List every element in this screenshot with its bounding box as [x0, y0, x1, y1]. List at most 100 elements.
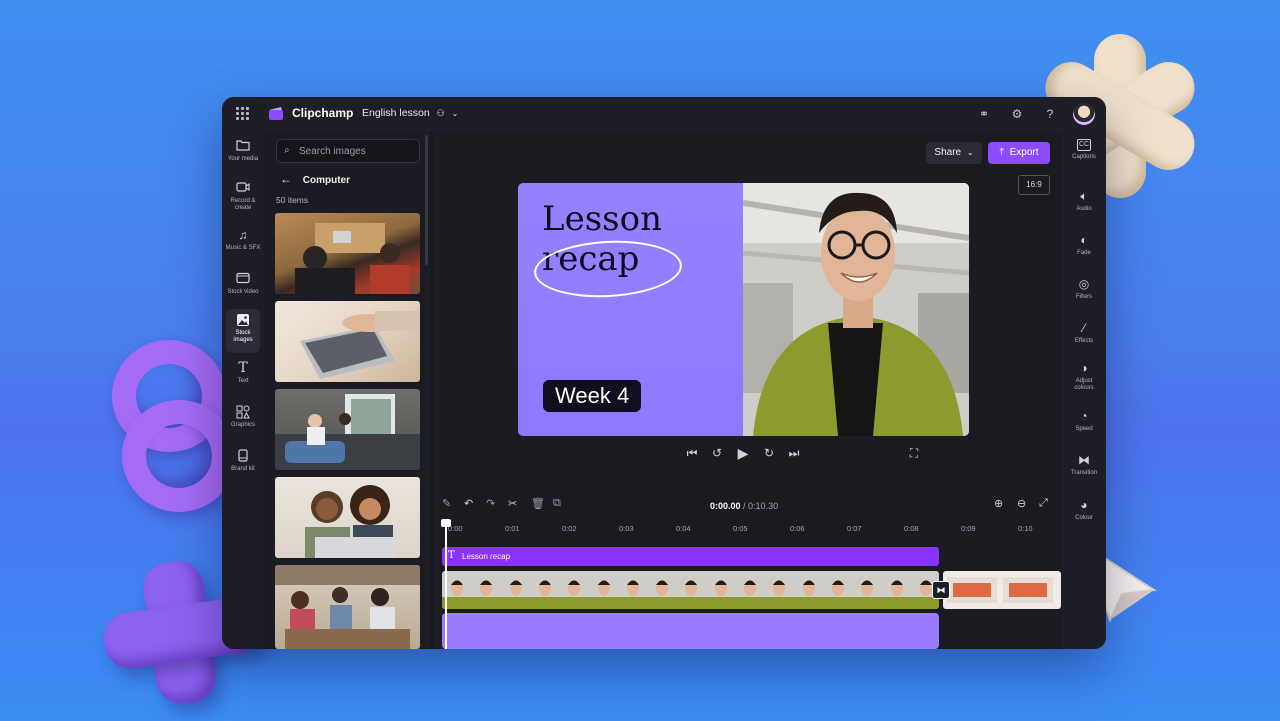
- undo-icon[interactable]: ↶: [464, 497, 473, 510]
- zoom-in-icon[interactable]: ⊕: [994, 497, 1003, 510]
- nav-colour[interactable]: ◕ Colour: [1062, 498, 1106, 522]
- video-frame: [588, 571, 619, 609]
- nav-stock-images[interactable]: Stock images: [226, 309, 260, 353]
- nav-label: Your media: [227, 156, 259, 162]
- media-scrollbar[interactable]: [425, 135, 428, 265]
- share-link-icon[interactable]: ⚭: [976, 106, 992, 122]
- video-canvas[interactable]: Lesson recap Week 4: [518, 183, 969, 436]
- presenter-photo: [743, 183, 969, 436]
- back-arrow-icon[interactable]: ←: [280, 172, 292, 186]
- video-frame: [647, 571, 678, 609]
- project-name: English lesson: [362, 107, 430, 119]
- nav-label: Transition: [1070, 470, 1098, 476]
- share-label: Share: [934, 147, 962, 158]
- nav-transition[interactable]: ⧓ Transition: [1062, 453, 1106, 477]
- ruler-label: 0:07: [847, 524, 862, 533]
- palette-icon: ◕: [1080, 498, 1088, 512]
- stock-image-thumbnail[interactable]: [275, 565, 420, 649]
- fit-timeline-icon[interactable]: ⤢: [1039, 497, 1048, 510]
- nav-label: Graphics: [230, 422, 255, 428]
- redo-icon[interactable]: ↷: [486, 497, 495, 510]
- ruler-label: 0:03: [619, 524, 634, 533]
- export-button[interactable]: ⤒ Export: [988, 142, 1050, 164]
- magic-edit-icon[interactable]: ✎: [442, 497, 451, 510]
- captions-icon: CC: [1077, 139, 1091, 151]
- search-input[interactable]: [297, 143, 416, 159]
- nav-label: Filters: [1075, 294, 1093, 300]
- film-icon: [236, 272, 250, 286]
- text-clip-label: Lesson recap: [462, 552, 511, 561]
- project-name-dropdown[interactable]: English lesson ⚇ ⌄: [362, 107, 458, 119]
- video-frame: [705, 571, 736, 609]
- nav-adjust-colours[interactable]: ◑ Adjust colours: [1062, 361, 1106, 392]
- aspect-ratio-button[interactable]: 16:9: [1018, 175, 1050, 195]
- delete-trash-icon[interactable]: 🗑: [531, 497, 545, 510]
- stock-image-thumbnail[interactable]: [275, 477, 420, 558]
- forward-5s-icon[interactable]: ↻: [761, 445, 777, 461]
- video-frame: [617, 571, 648, 609]
- text-clip[interactable]: T Lesson recap: [442, 547, 939, 566]
- duplicate-icon[interactable]: ⧉: [553, 497, 561, 510]
- rewind-5s-icon[interactable]: ↺: [709, 445, 725, 461]
- ruler-label: 0:02: [562, 524, 577, 533]
- nav-label: Brand kit: [231, 466, 255, 472]
- nav-brand-kit[interactable]: Brand kit: [222, 449, 264, 473]
- playhead[interactable]: [445, 521, 447, 649]
- nav-speed[interactable]: ◔ Speed: [1062, 409, 1106, 433]
- ruler-label: 0:06: [790, 524, 805, 533]
- chevron-down-icon: ⌄: [451, 109, 459, 118]
- video-frame: [559, 571, 590, 609]
- nav-graphics[interactable]: Graphics: [222, 405, 264, 429]
- nav-label: Speed: [1075, 426, 1093, 432]
- nav-captions[interactable]: CC Captions: [1062, 139, 1106, 161]
- stock-image-thumbnail[interactable]: [275, 213, 420, 294]
- share-button[interactable]: Share ⌄: [926, 142, 982, 164]
- upload-icon: ⤒: [999, 147, 1004, 158]
- nav-audio[interactable]: 🔈︎ Audio: [1062, 189, 1106, 213]
- export-label: Export: [1009, 147, 1039, 158]
- nav-effects[interactable]: ⁄ Effects: [1062, 321, 1106, 345]
- brand-name: Clipchamp: [292, 106, 354, 120]
- stock-image-thumbnail[interactable]: [275, 389, 420, 470]
- split-scissors-icon[interactable]: ✂: [508, 497, 517, 510]
- play-icon[interactable]: ▶: [735, 445, 751, 461]
- filters-icon: ◎: [1078, 277, 1090, 291]
- zoom-out-icon[interactable]: ⊖: [1017, 497, 1026, 510]
- fullscreen-icon[interactable]: ⛶: [906, 445, 922, 461]
- ruler-label: 0:10: [1018, 524, 1033, 533]
- video-frame: [471, 571, 502, 609]
- video-frame: [529, 571, 560, 609]
- background-clip[interactable]: [442, 613, 939, 649]
- nav-fade[interactable]: ◐ Fade: [1062, 233, 1106, 257]
- user-avatar[interactable]: [1073, 103, 1095, 125]
- help-icon[interactable]: ?: [1042, 106, 1058, 122]
- nav-text[interactable]: T Text: [222, 361, 264, 385]
- ruler-label: 0:05: [733, 524, 748, 533]
- stock-image-thumbnail[interactable]: [275, 301, 420, 382]
- nav-filters[interactable]: ◎ Filters: [1062, 277, 1106, 301]
- transition-icon[interactable]: ⧓: [932, 581, 950, 599]
- music-note-icon: ♫: [238, 228, 248, 242]
- shapes-icon: [236, 405, 250, 419]
- nav-record-create[interactable]: Record & create: [222, 181, 264, 212]
- video-clip[interactable]: [442, 571, 939, 609]
- nav-your-media[interactable]: Your media: [222, 139, 264, 163]
- text-clip-icon: T: [448, 550, 455, 561]
- nav-label: Captions: [1072, 154, 1096, 160]
- video-frame: [852, 571, 883, 609]
- left-sidebar: Your media Record & create ♫ Music & SFX…: [222, 131, 264, 649]
- skip-back-icon[interactable]: ⏮: [684, 445, 700, 461]
- folder-icon: [236, 139, 250, 153]
- video-frame: [764, 571, 795, 609]
- video-frame: [793, 571, 824, 609]
- time-display: 0:00.00 / 0:10.30: [710, 501, 778, 511]
- video-clip-2[interactable]: [943, 571, 1061, 609]
- nav-stock-video[interactable]: Stock video: [222, 272, 264, 296]
- folder-name: Computer: [302, 175, 351, 186]
- nav-music-sfx[interactable]: ♫ Music & SFX: [222, 228, 264, 252]
- search-box[interactable]: ⌕: [276, 139, 420, 163]
- skip-forward-icon[interactable]: ⏭: [786, 445, 802, 461]
- nav-label: Record & create: [230, 198, 256, 211]
- app-launcher-icon[interactable]: [236, 107, 250, 121]
- settings-gear-icon[interactable]: ⚙: [1009, 106, 1025, 122]
